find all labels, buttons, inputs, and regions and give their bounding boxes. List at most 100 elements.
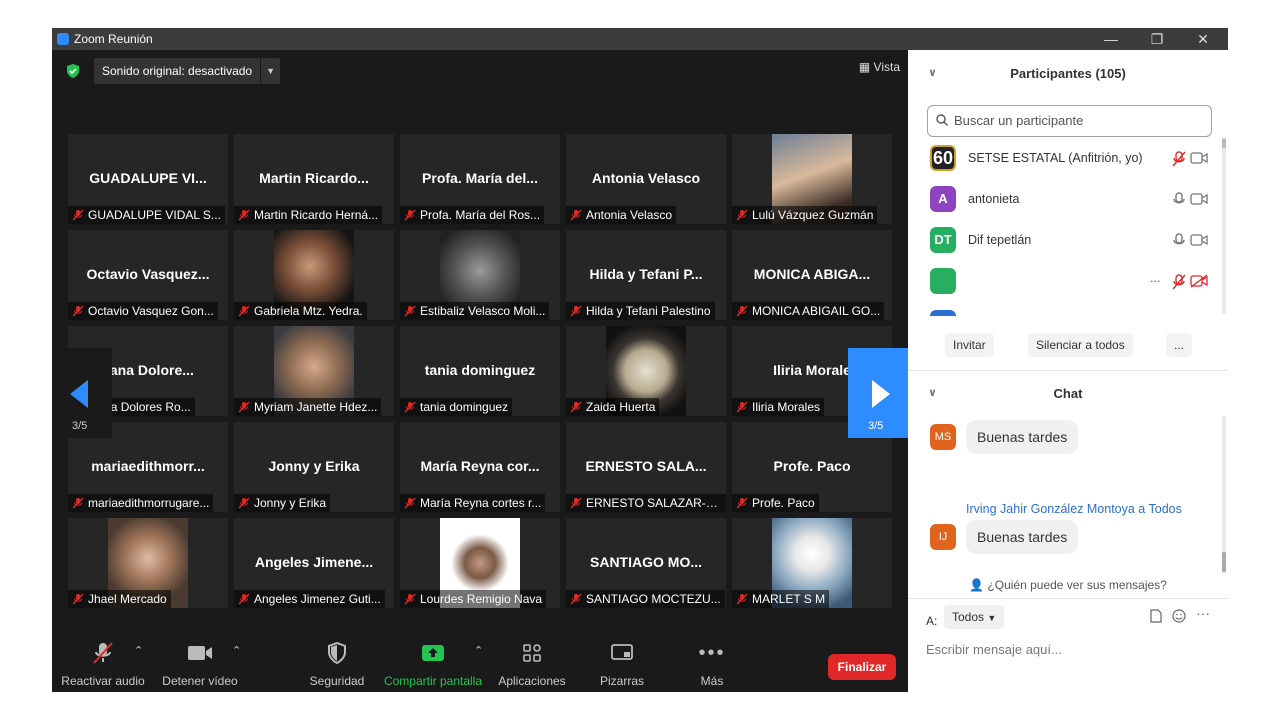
audio-options-caret-icon[interactable]: ⌃: [134, 644, 143, 657]
participant-video-tile[interactable]: Myriam Janette Hdez...: [234, 326, 394, 416]
microphone-icon[interactable]: [1172, 233, 1186, 249]
participant-video-tile[interactable]: tania dominguez tania dominguez: [400, 326, 560, 416]
file-icon[interactable]: [1150, 609, 1162, 623]
emoji-icon[interactable]: [1172, 609, 1186, 623]
participant-video-tile[interactable]: Jonny y Erika Jonny y Erika: [234, 422, 394, 512]
participants-more-button[interactable]: ...: [1166, 333, 1193, 357]
participant-display-name: Hilda y Tefani P...: [589, 266, 703, 282]
participant-name-text: Antonia Velasco: [586, 208, 673, 222]
participant-video-tile[interactable]: Lourdes Remigio Nava: [400, 518, 560, 608]
participant-name-text: Angeles Jimenez Guti...: [254, 592, 381, 606]
chevron-down-icon: ▼: [987, 613, 997, 623]
participant-video-tile[interactable]: Jhael Mercado: [68, 518, 228, 608]
minimize-button[interactable]: —: [1088, 29, 1134, 49]
video-camera-icon[interactable]: [1190, 192, 1208, 206]
participant-video-tile[interactable]: MARLET S M: [732, 518, 892, 608]
invite-button[interactable]: Invitar: [945, 333, 994, 357]
participant-row[interactable]: ...: [928, 265, 1208, 299]
participant-video-tile[interactable]: SANTIAGO MO... SANTIAGO MOCTEZU...: [566, 518, 726, 608]
more-dots-icon[interactable]: ···: [1196, 605, 1210, 621]
microphone-muted-icon[interactable]: [1172, 274, 1186, 290]
microphone-muted-icon: [72, 305, 84, 317]
recipient-select[interactable]: Todos ▼: [944, 605, 1005, 629]
video-camera-icon[interactable]: [1190, 151, 1208, 165]
security-shield-icon: [328, 642, 346, 664]
video-camera-icon[interactable]: [1190, 233, 1208, 247]
participant-display-name: ERNESTO SALA...: [585, 458, 707, 474]
chevron-down-icon[interactable]: ∨: [928, 386, 937, 399]
close-button[interactable]: ✕: [1180, 29, 1226, 49]
microphone-muted-icon: [736, 305, 748, 317]
microphone-muted-icon: [404, 305, 416, 317]
participant-display-name: Profe. Paco: [773, 458, 851, 474]
apps-button[interactable]: Aplicaciones: [496, 640, 568, 688]
chat-header: ∨ Chat: [908, 386, 1228, 401]
participant-video-tile[interactable]: MONICA ABIGA... MONICA ABIGAIL GO...: [732, 230, 892, 320]
microphone-muted-icon: [72, 593, 84, 605]
view-button[interactable]: ▦ Vista: [859, 60, 900, 74]
who-can-see-link[interactable]: 👤 ¿Quién puede ver sus mensajes?: [908, 578, 1228, 592]
stop-video-button[interactable]: Detener vídeo: [158, 640, 242, 688]
next-page-button[interactable]: 3/5: [848, 348, 908, 438]
chevron-down-icon[interactable]: ∨: [928, 66, 937, 79]
more-button[interactable]: ••• Más: [688, 640, 736, 689]
chat-message-input[interactable]: Escribir mensaje aquí...: [926, 642, 1062, 657]
chat-message-text: Buenas tardes: [966, 520, 1079, 554]
participant-row[interactable]: 60 SETSE ESTATAL (Anfitrión, yo): [928, 142, 1208, 176]
chevron-down-icon[interactable]: ▼: [260, 58, 280, 84]
participant-name-text: tania dominguez: [420, 400, 509, 414]
participant-video-tile[interactable]: María Reyna cor... María Reyna cortes r..…: [400, 422, 560, 512]
microphone-muted-icon: [238, 305, 250, 317]
original-sound-toggle[interactable]: Sonido original: desactivado ▼: [94, 58, 281, 84]
chat-sender[interactable]: Irving Jahir González Montoya a Todos: [966, 502, 1182, 516]
participants-scrollbar[interactable]: [1222, 138, 1226, 314]
restore-button[interactable]: ❐: [1134, 29, 1180, 49]
participant-name-label: Estibaliz Velasco Moli...: [400, 302, 550, 320]
whiteboards-button[interactable]: Pizarras: [590, 640, 654, 688]
participant-name-text: ERNESTO SALAZAR-H...: [586, 496, 725, 510]
apps-label: Aplicaciones: [498, 674, 566, 688]
participant-video-tile[interactable]: ERNESTO SALA... ERNESTO SALAZAR-H...: [566, 422, 726, 512]
participant-video-tile[interactable]: Octavio Vasquez... Octavio Vasquez Gon...: [68, 230, 228, 320]
avatar: IJ: [930, 524, 956, 550]
participant-search-input[interactable]: Buscar un participante: [927, 105, 1212, 137]
participant-video-tile[interactable]: Antonia Velasco Antonia Velasco: [566, 134, 726, 224]
microphone-icon[interactable]: [1172, 192, 1186, 208]
participant-name-label: Antonia Velasco: [566, 206, 677, 224]
meeting-toolbar: Reactivar audio ⌃ Detener vídeo ⌃ Seguri…: [52, 630, 908, 692]
participant-row[interactable]: DT Dif tepetlán: [928, 224, 1208, 258]
participant-video-tile[interactable]: Zaida Huerta: [566, 326, 726, 416]
participant-display-name: MONICA ABIGA...: [753, 266, 871, 282]
microphone-muted-icon[interactable]: [1172, 151, 1186, 167]
participant-video-tile[interactable]: GUADALUPE VI... GUADALUPE VIDAL S...: [68, 134, 228, 224]
participant-video-tile[interactable]: Martin Ricardo... Martin Ricardo Herná...: [234, 134, 394, 224]
participant-name-text: María Reyna cortes r...: [420, 496, 542, 510]
security-button[interactable]: Seguridad: [302, 640, 372, 688]
participant-row[interactable]: A antonieta: [928, 183, 1208, 217]
encryption-shield-icon[interactable]: [66, 64, 80, 78]
participant-video-tile[interactable]: Profa. María del... Profa. María del Ros.…: [400, 134, 560, 224]
participant-name-label: mariaedithmorrugare...: [68, 494, 214, 512]
recipient-label: A:: [926, 614, 938, 628]
end-meeting-button[interactable]: Finalizar: [828, 654, 896, 680]
participant-video-tile[interactable]: Angeles Jimene... Angeles Jimenez Guti...: [234, 518, 394, 608]
share-options-caret-icon[interactable]: ⌃: [474, 644, 483, 657]
chat-scrollbar[interactable]: [1222, 416, 1226, 574]
video-off-icon[interactable]: [1190, 274, 1208, 288]
participant-video-tile[interactable]: Lulú Vázquez Guzmán: [732, 134, 892, 224]
participant-video-tile[interactable]: Hilda y Tefani P... Hilda y Tefani Palest…: [566, 230, 726, 320]
participant-name-text: Zaida Huerta: [586, 400, 656, 414]
microphone-muted-icon: [72, 497, 84, 509]
participant-name-label: Zaida Huerta: [566, 398, 660, 416]
mute-all-button[interactable]: Silenciar a todos: [1028, 333, 1133, 357]
share-screen-button[interactable]: Compartir pantalla: [380, 640, 486, 688]
participant-name-label: Profa. María del Ros...: [400, 206, 545, 224]
participant-name-label: Lulú Vázquez Guzmán: [732, 206, 878, 224]
share-screen-label: Compartir pantalla: [383, 674, 483, 688]
participant-video-tile[interactable]: Gabriela Mtz. Yedra.: [234, 230, 394, 320]
video-options-caret-icon[interactable]: ⌃: [232, 644, 241, 657]
video-camera-icon: [188, 646, 212, 660]
participant-video-tile[interactable]: Estibaliz Velasco Moli...: [400, 230, 560, 320]
previous-page-button[interactable]: 3/5: [60, 348, 112, 438]
participants-header: ∨ Participantes (105): [908, 66, 1228, 81]
